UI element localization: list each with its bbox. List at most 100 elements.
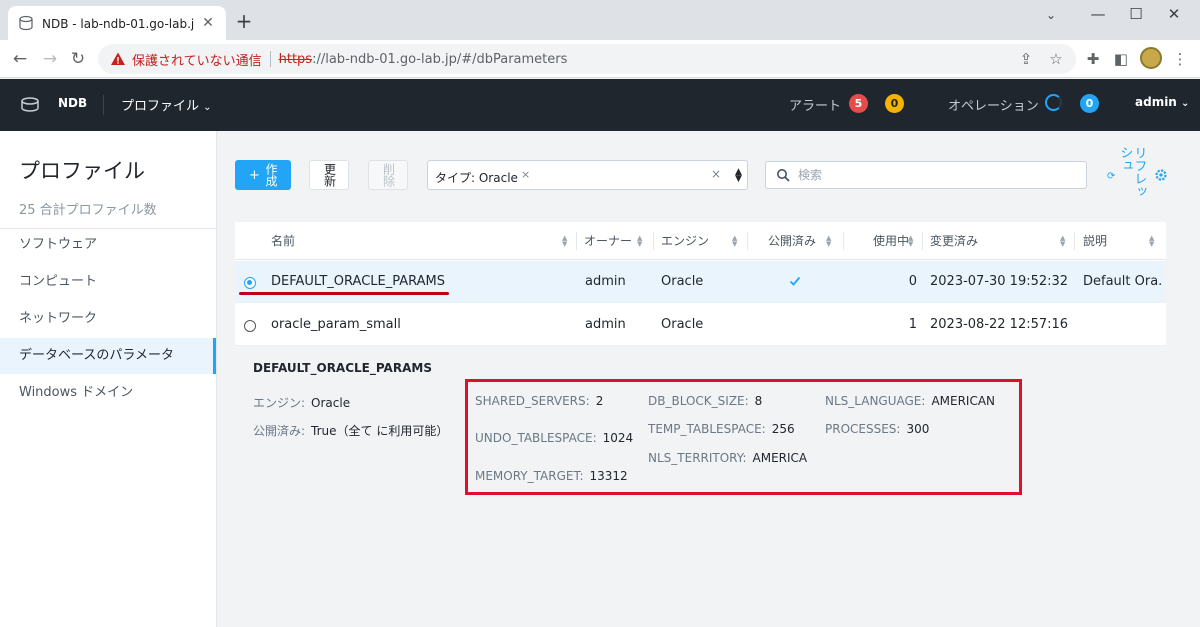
param-undo-tablespace: UNDO_TABLESPACE: 1024: [475, 431, 633, 445]
profile-count: 25 合計プロファイル数: [19, 203, 157, 218]
refresh-button[interactable]: ⟳ リフレッシュ: [1107, 146, 1147, 206]
param-value: 300: [906, 422, 930, 436]
param-value: 8: [754, 394, 763, 408]
sidebar-item-windows-domain[interactable]: Windows ドメイン: [0, 375, 216, 411]
plus-icon: +: [249, 167, 260, 183]
refresh-label: リフレッシュ: [1117, 146, 1147, 198]
back-icon[interactable]: ←: [10, 49, 30, 69]
detail-published-label: 公開済み:: [253, 424, 306, 438]
user-menu[interactable]: admin ⌄: [1135, 95, 1189, 109]
app-name[interactable]: NDB: [58, 96, 87, 110]
cell-in-use: 0: [908, 274, 917, 289]
chevron-down-icon[interactable]: ⌄: [1046, 8, 1062, 22]
cell-name[interactable]: oracle_param_small: [271, 304, 401, 346]
column-header-published[interactable]: 公開済み: [768, 222, 816, 260]
cell-modified: 2023-07-30 19:52:32: [930, 274, 1069, 289]
gear-icon[interactable]: [1154, 168, 1168, 182]
sort-icon[interactable]: ▲ ▼: [732, 235, 737, 248]
share-icon[interactable]: ⇪: [1016, 49, 1036, 69]
type-filter-select[interactable]: タイプ: Oracle × × ▲ ▼: [427, 160, 748, 190]
browser-toolbar: ← → ↻ 保護されていない通信 https ://lab-ndb-01.go-…: [0, 40, 1200, 78]
cell-owner: admin: [585, 274, 626, 289]
sidebar: プロファイル 25 合計プロファイル数 ソフトウェア コンピュート ネットワーク…: [0, 131, 217, 627]
sidebar-item-compute[interactable]: コンピュート: [0, 264, 216, 300]
param-label: TEMP_TABLESPACE:: [648, 422, 766, 436]
param-label: SHARED_SERVERS:: [475, 394, 590, 408]
refresh-icon: ⟳: [1107, 170, 1116, 182]
operations-label[interactable]: オペレーション: [948, 95, 1039, 114]
sort-icon[interactable]: ▲ ▼: [562, 235, 567, 248]
more-menu-icon[interactable]: ⋮: [1170, 49, 1190, 69]
column-header-modified[interactable]: 変更済み: [930, 222, 978, 260]
address-bar[interactable]: 保護されていない通信 https ://lab-ndb-01.go-lab.jp…: [98, 44, 1076, 74]
cell-description: [1083, 304, 1163, 346]
create-button[interactable]: + 作成: [235, 160, 291, 190]
cell-owner: admin: [585, 317, 626, 332]
operations-progress-icon: [1045, 94, 1062, 111]
sidebar-item-database-parameters[interactable]: データベースのパラメータ: [0, 338, 216, 374]
critical-alerts-badge[interactable]: 5: [849, 94, 868, 113]
new-tab-button[interactable]: +: [234, 11, 254, 31]
sidebar-item-network[interactable]: ネットワーク: [0, 301, 216, 337]
alerts-label[interactable]: アラート: [789, 95, 841, 114]
column-divider: [747, 232, 748, 250]
minimize-icon[interactable]: —: [1088, 4, 1108, 24]
ndb-logo-icon[interactable]: [20, 95, 40, 115]
sort-icon[interactable]: ▲ ▼: [1060, 235, 1065, 248]
maximize-icon[interactable]: ☐: [1126, 4, 1146, 24]
sort-icon[interactable]: ▲ ▼: [637, 235, 642, 248]
select-caret-icon[interactable]: ▲ ▼: [735, 168, 742, 184]
update-button[interactable]: 更新: [309, 160, 349, 190]
profile-menu-label: プロファイル: [121, 99, 200, 114]
column-divider: [1074, 232, 1075, 250]
close-icon[interactable]: ✕: [200, 15, 216, 31]
sort-icon[interactable]: ▲ ▼: [826, 235, 831, 248]
forward-icon[interactable]: →: [40, 49, 60, 69]
side-panel-icon[interactable]: ◧: [1111, 49, 1131, 69]
param-value: AMERICA: [752, 451, 808, 465]
extensions-icon[interactable]: ✚: [1083, 49, 1103, 69]
row-radio[interactable]: [244, 277, 256, 289]
clear-icon[interactable]: ×: [711, 167, 721, 181]
param-value: 13312: [589, 469, 628, 483]
param-value: 1024: [602, 431, 634, 445]
detail-engine: エンジン: Oracle: [253, 394, 350, 411]
search-box[interactable]: [765, 161, 1087, 189]
warning-alerts-badge[interactable]: 0: [885, 94, 904, 113]
operations-badge[interactable]: 0: [1080, 94, 1099, 113]
column-header-in-use[interactable]: 使用中: [873, 222, 909, 260]
table-row[interactable]: DEFAULT_ORACLE_PARAMS admin Oracle 0 202…: [235, 261, 1166, 303]
param-label: UNDO_TABLESPACE:: [475, 431, 597, 445]
param-nls-language: NLS_LANGUAGE: AMERICAN: [825, 394, 995, 408]
warning-icon: [110, 51, 126, 67]
remove-tag-icon[interactable]: ×: [521, 168, 530, 181]
column-header-engine[interactable]: エンジン: [661, 222, 709, 260]
param-temp-tablespace: TEMP_TABLESPACE: 256: [648, 422, 795, 436]
create-button-label: 作成: [263, 163, 278, 187]
cell-description: Default Ora...: [1083, 274, 1163, 289]
bookmark-star-icon[interactable]: ☆: [1046, 49, 1066, 69]
profile-menu[interactable]: プロファイル ⌄: [121, 95, 212, 114]
sidebar-item-software[interactable]: ソフトウェア: [0, 227, 216, 263]
param-nls-territory: NLS_TERRITORY: AMERICA: [648, 451, 807, 465]
column-divider: [653, 232, 654, 250]
delete-button[interactable]: 削除: [368, 160, 408, 190]
sort-icon[interactable]: ▲ ▼: [1149, 235, 1154, 248]
chevron-down-icon: ⌄: [203, 102, 212, 113]
column-header-owner[interactable]: オーナー: [584, 222, 632, 260]
column-header-name[interactable]: 名前: [271, 222, 295, 260]
table-row[interactable]: oracle_param_small admin Oracle 1 2023-0…: [235, 304, 1166, 346]
search-input[interactable]: [798, 168, 1078, 182]
sort-icon[interactable]: ▲ ▼: [908, 235, 913, 248]
column-header-description[interactable]: 説明: [1083, 222, 1107, 260]
browser-tab[interactable]: NDB - lab-ndb-01.go-lab.jp - プロ ✕: [8, 6, 226, 40]
chevron-down-icon: ⌄: [1181, 98, 1190, 109]
reload-icon[interactable]: ↻: [68, 49, 88, 69]
row-radio[interactable]: [244, 320, 256, 332]
window-close-icon[interactable]: ✕: [1164, 4, 1184, 24]
cell-name[interactable]: DEFAULT_ORACLE_PARAMS: [271, 261, 445, 303]
profile-avatar[interactable]: [1140, 47, 1162, 69]
cell-in-use: 1: [908, 317, 917, 332]
security-warning-text[interactable]: 保護されていない通信: [132, 50, 262, 69]
sidebar-title: プロファイル: [19, 159, 145, 183]
